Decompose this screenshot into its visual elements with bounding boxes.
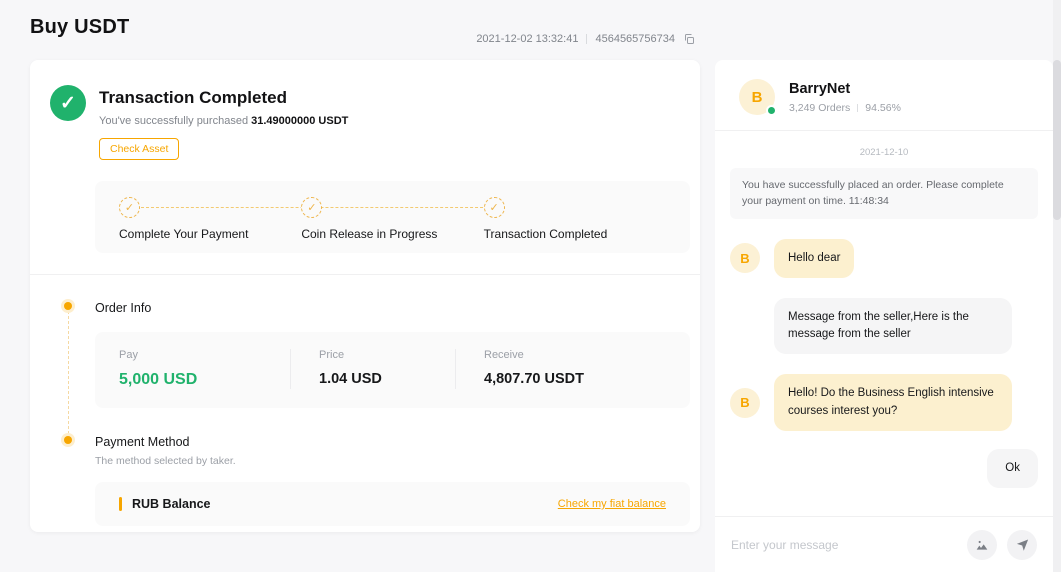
order-timestamp: 2021-12-02 13:32:41 [476,33,578,45]
success-check-icon: ✓ [50,85,86,121]
payment-method-heading: Payment Method [95,435,690,449]
scrollbar[interactable] [1053,0,1061,572]
stats-divider [857,104,858,112]
seller-stats: 3,249 Orders 94.56% [789,102,901,114]
order-meta: 2021-12-02 13:32:41 4564565756734 [476,33,695,45]
price-value: 1.04 USD [319,371,455,387]
message-bubble: Message from the seller,Here is the mess… [774,298,1012,355]
chat-message-row: B Hello! Do the Business English intensi… [730,374,1038,431]
status-subtitle: You've successfully purchased 31.4900000… [99,115,348,127]
copy-icon[interactable] [683,33,695,45]
order-id: 4564565756734 [595,33,675,45]
step-check-icon: ✓ [119,197,140,218]
step-check-icon: ✓ [484,197,505,218]
chat-message-row: Message from the seller,Here is the mess… [730,298,1038,355]
bullet-icon [64,302,72,310]
status-text: Transaction Completed You've successfull… [99,85,348,160]
page-title: Buy USDT [30,16,129,39]
seller-avatar: B [730,388,760,418]
method-accent-bar [119,497,122,511]
receive-value: 4,807.70 USDT [484,371,690,387]
step-transaction-completed: ✓ Transaction Completed [484,197,666,241]
payment-method-note: The method selected by taker. [95,455,690,467]
step-coin-release: ✓ Coin Release in Progress [301,197,483,241]
chat-message-row: B Hello dear [730,239,1038,278]
price-label: Price [319,349,455,361]
attach-image-button[interactable] [967,530,997,560]
progress-steps: ✓ Complete Your Payment ✓ Coin Release i… [95,181,690,253]
seller-avatar[interactable]: B [739,79,775,115]
message-bubble: Hello! Do the Business English intensive… [774,374,1012,431]
message-bubble: Hello dear [774,239,854,278]
scrollbar-thumb[interactable] [1053,60,1061,220]
chat-header: B BarryNet 3,249 Orders 94.56% [715,60,1053,131]
step-label: Coin Release in Progress [301,227,483,241]
send-icon [1015,537,1030,552]
method-label: RUB Balance [132,497,211,511]
step-label: Transaction Completed [484,227,666,241]
payment-method-card: RUB Balance Check my fiat balance [95,482,690,526]
send-message-button[interactable] [1007,530,1037,560]
pay-column: Pay 5,000 USD [95,349,290,389]
message-bubble: Ok [987,449,1038,488]
payment-method-heading-label: Payment Method [95,435,190,449]
system-message: You have successfully placed an order. P… [730,168,1038,219]
chat-message-row-outgoing: Ok [730,449,1038,488]
step-label: Complete Your Payment [119,227,301,241]
status-subtitle-text: You've successfully purchased [99,115,251,127]
order-info-card: Pay 5,000 USD Price 1.04 USD Receive 4,8… [95,332,690,408]
order-info-heading: Order Info [95,301,690,315]
order-info-heading-label: Order Info [95,301,151,315]
chat-input-bar [715,516,1053,572]
check-asset-button[interactable]: Check Asset [99,138,179,160]
step-complete-payment: ✓ Complete Your Payment [119,197,301,241]
receive-column: Receive 4,807.70 USDT [455,349,690,389]
timeline-dashed-line [68,311,69,439]
seller-name: BarryNet [789,81,901,97]
online-status-dot [766,105,777,116]
message-input[interactable] [731,538,957,552]
meta-divider [586,34,587,44]
order-card: ✓ Transaction Completed You've successfu… [30,60,700,532]
seller-orders-count: 3,249 Orders [789,102,850,114]
payment-method-name: RUB Balance [119,497,211,511]
seller-avatar: B [730,243,760,273]
price-column: Price 1.04 USD [290,349,455,389]
status-title: Transaction Completed [99,88,348,108]
purchased-amount: 31.49000000 USDT [251,115,348,127]
chat-date: 2021-12-10 [730,147,1038,158]
check-fiat-balance-link[interactable]: Check my fiat balance [558,498,666,510]
image-icon [974,537,990,553]
bullet-icon [64,436,72,444]
avatar-initial: B [752,89,763,106]
receive-label: Receive [484,349,690,361]
chat-messages: 2021-12-10 You have successfully placed … [715,131,1053,516]
pay-value: 5,000 USD [119,371,290,389]
pay-label: Pay [119,349,290,361]
seller-completion-rate: 94.56% [865,102,901,114]
status-row: ✓ Transaction Completed You've successfu… [30,85,700,160]
step-check-icon: ✓ [301,197,322,218]
chat-panel: B BarryNet 3,249 Orders 94.56% 2021-12-1… [715,60,1053,572]
